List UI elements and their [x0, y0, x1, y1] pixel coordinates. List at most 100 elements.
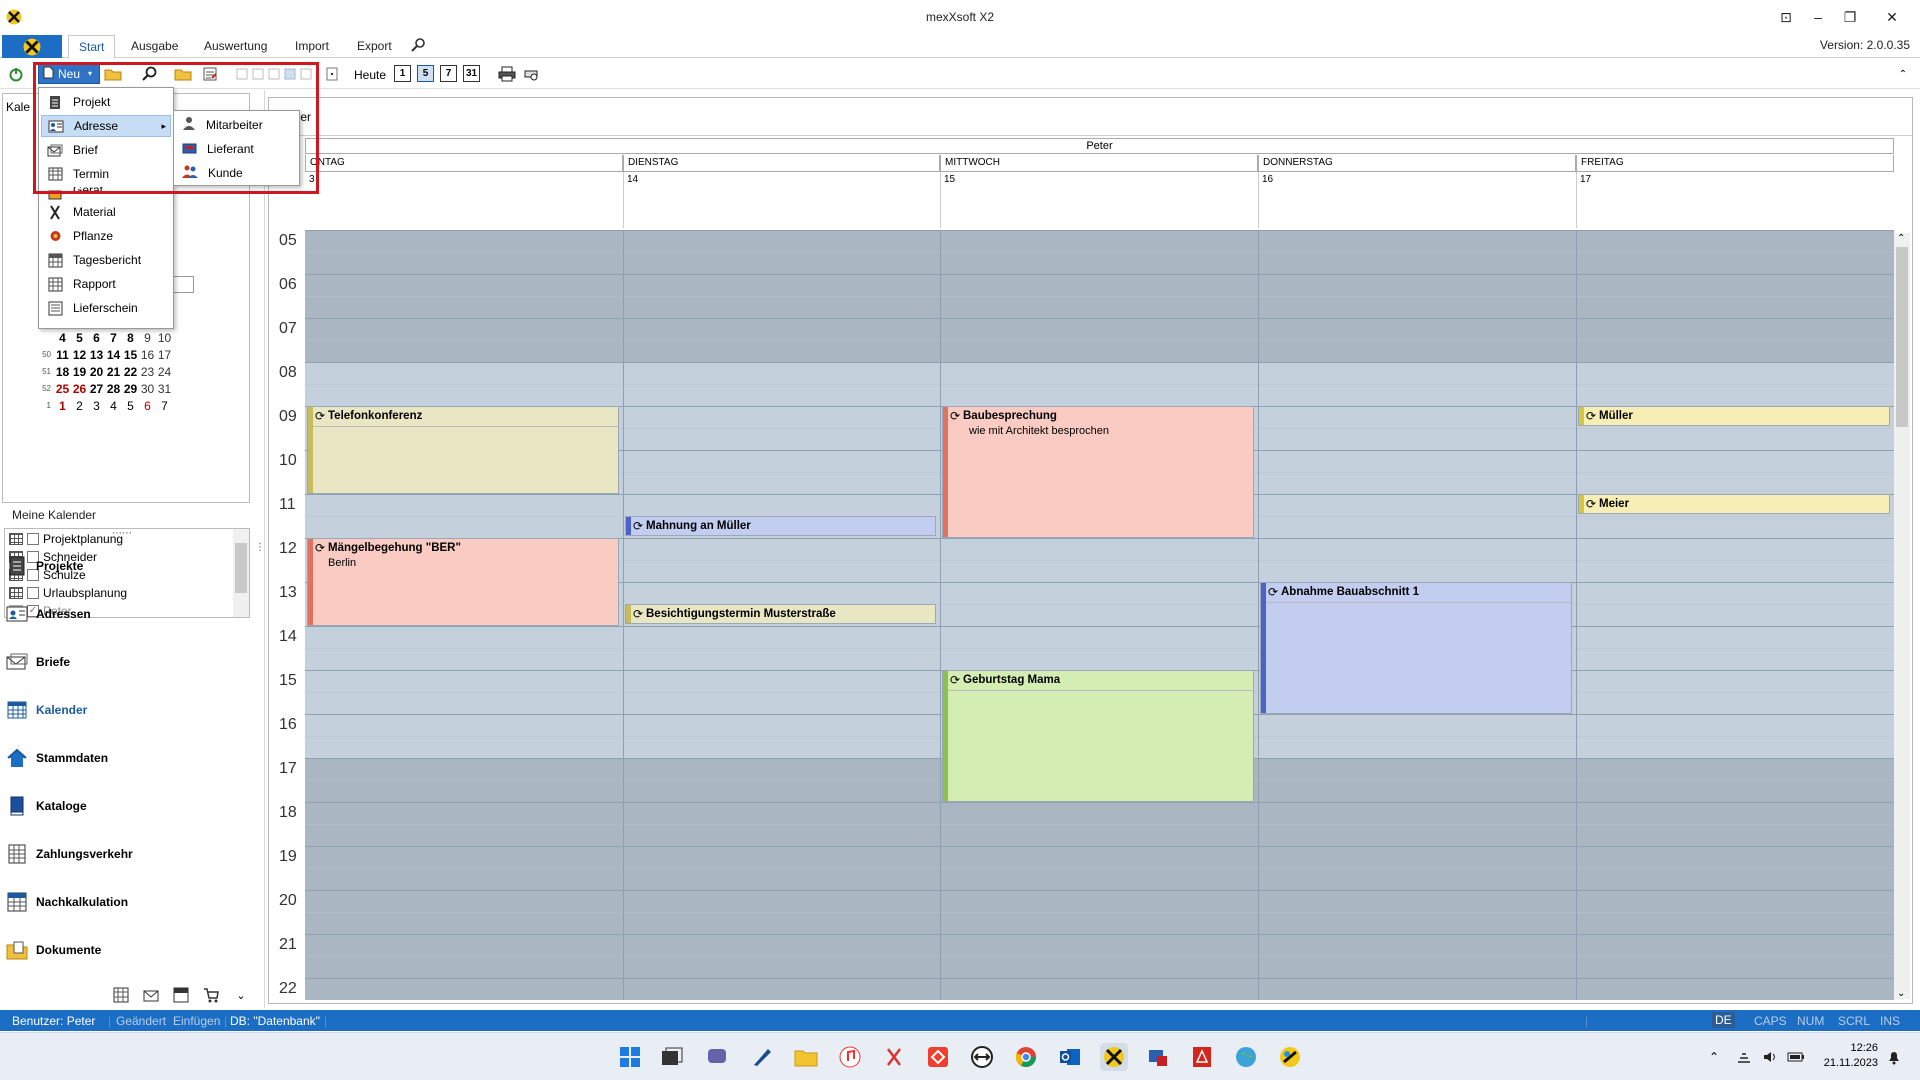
calendar-item-projektplanung[interactable]: Projektplanung	[9, 531, 123, 547]
open-folder-icon[interactable]	[103, 64, 123, 84]
mini-calendar-day[interactable]: 31	[156, 381, 173, 397]
splitter-handle-icon[interactable]: ⋮	[255, 542, 265, 553]
today-button[interactable]: Heute	[354, 68, 386, 82]
tab-auswertung[interactable]: Auswertung	[204, 39, 267, 53]
mini-calendar-day[interactable]: 27	[88, 381, 105, 397]
event-baubesprechung[interactable]: ⟳ Baubesprechung wie mit Architekt bespr…	[942, 406, 1254, 538]
print-icon[interactable]	[497, 64, 517, 84]
submenu-item-lieferant[interactable]: Lieferant	[176, 138, 296, 160]
day-header-tuesday[interactable]: Dienstag	[623, 155, 940, 172]
nav-kataloge[interactable]: Kataloge	[6, 792, 87, 820]
mini-calendar-day[interactable]: 6	[139, 398, 156, 414]
menu-item-termin[interactable]: Termin	[41, 163, 171, 185]
day-header-thursday[interactable]: Donnerstag	[1258, 155, 1576, 172]
tab-export[interactable]: Export	[357, 39, 392, 53]
mini-calendar-day[interactable]: 7	[105, 330, 122, 346]
list-edit-icon[interactable]	[200, 64, 220, 84]
mini-calendar-day[interactable]: 12	[71, 347, 88, 363]
mini-calendar-day[interactable]: 26	[71, 381, 88, 397]
battery-icon[interactable]	[1782, 1043, 1810, 1071]
mini-calendar-day[interactable]: 23	[139, 364, 156, 380]
mini-calendar-day[interactable]: 5	[122, 398, 139, 414]
mini-calendar-day[interactable]: 1	[54, 398, 71, 414]
menu-item-brief[interactable]: Brief	[41, 139, 171, 161]
notification-bell-icon[interactable]	[1880, 1043, 1908, 1071]
menu-item-pflanze[interactable]: Pflanze	[41, 225, 171, 247]
mini-calendar-day[interactable]: 21	[105, 364, 122, 380]
resize-handle-icon[interactable]: ⋯⋯	[112, 528, 132, 539]
power-icon[interactable]	[6, 64, 26, 84]
tray-chevron-up-icon[interactable]: ⌃	[1700, 1043, 1728, 1071]
app-menu-button[interactable]	[2, 35, 62, 58]
calendar-scrollbar[interactable]: ⌃ ⌄	[1894, 233, 1910, 999]
mini-calendar-day[interactable]: 30	[139, 381, 156, 397]
submenu-item-kunde[interactable]: Kunde	[176, 162, 296, 184]
snipping-tool-icon[interactable]	[880, 1043, 908, 1071]
my-calendars-scrollbar[interactable]	[233, 529, 249, 617]
windows-start-icon[interactable]	[616, 1043, 644, 1071]
mini-calendar-day[interactable]: 6	[88, 330, 105, 346]
menu-item-lieferschein[interactable]: Lieferschein	[41, 297, 171, 319]
nav-briefe[interactable]: Briefe	[6, 648, 70, 676]
search-icon[interactable]	[139, 64, 159, 84]
menu-item-geraet[interactable]: Gerät	[41, 187, 171, 201]
menu-item-adresse[interactable]: Adresse ▸	[41, 115, 171, 137]
outlook-icon[interactable]	[1056, 1043, 1084, 1071]
calendar-grid[interactable]: ⟳ Telefonkonferenz ⟳ Mängelbegehung "BER…	[305, 230, 1894, 1000]
folder-icon[interactable]	[173, 64, 193, 84]
more-tools-icon[interactable]	[322, 64, 342, 84]
mini-calendar-day[interactable]: 13	[88, 347, 105, 363]
nav-kalender[interactable]: Kalender	[6, 696, 87, 724]
tab-import[interactable]: Import	[295, 39, 329, 53]
maximize-button[interactable]: ❐	[1831, 4, 1869, 30]
mini-calendar-day[interactable]: 2	[71, 398, 88, 414]
mini-calendar-day[interactable]: 8	[122, 330, 139, 346]
nav-projekte[interactable]: Projekte	[6, 552, 83, 580]
nav-stammdaten[interactable]: Stammdaten	[6, 744, 108, 772]
chevron-down-icon[interactable]: ⌄	[232, 986, 250, 1004]
tab-ausgabe[interactable]: Ausgabe	[131, 39, 178, 53]
file-explorer-icon[interactable]	[792, 1043, 820, 1071]
submenu-item-mitarbeiter[interactable]: Mitarbeiter	[176, 114, 296, 136]
event-abnahme-bauabschnitt[interactable]: ⟳ Abnahme Bauabschnitt 1	[1260, 582, 1572, 714]
print-preview-icon[interactable]	[521, 64, 541, 84]
mini-calendar-day[interactable]: 11	[54, 347, 71, 363]
mini-calendar-day[interactable]: 9	[139, 330, 156, 346]
day-header-monday[interactable]: ONTAG	[305, 155, 623, 172]
calendar-checkbox[interactable]	[27, 533, 39, 545]
event-mueller[interactable]: ⟳ Müller	[1578, 406, 1890, 426]
menu-item-material[interactable]: Material	[41, 201, 171, 223]
chrome-icon[interactable]	[1012, 1043, 1040, 1071]
mail-shortcut-icon[interactable]	[142, 986, 160, 1004]
day-header-wednesday[interactable]: Mittwoch	[940, 155, 1258, 172]
new-button[interactable]: Neu ▾	[38, 63, 100, 84]
mini-calendar-day[interactable]: 4	[105, 398, 122, 414]
volume-icon[interactable]	[1756, 1043, 1784, 1071]
system-clock[interactable]: 12:26 21.11.2023	[1824, 1041, 1878, 1071]
mexxsoft-taskbar-icon[interactable]	[1100, 1043, 1128, 1071]
mexxsoft-alt-icon[interactable]	[1276, 1043, 1304, 1071]
teamviewer-icon[interactable]	[968, 1043, 996, 1071]
mini-calendar-day[interactable]: 14	[105, 347, 122, 363]
catalog-shortcut-icon[interactable]	[172, 986, 190, 1004]
calendar-shortcut-icon[interactable]	[112, 986, 130, 1004]
mini-calendar-day[interactable]: 16	[139, 347, 156, 363]
mini-calendar-day[interactable]: 10	[156, 330, 173, 346]
menu-item-rapport[interactable]: Rapport	[41, 273, 171, 295]
mini-calendar-day[interactable]: 5	[71, 330, 88, 346]
globe-app-icon[interactable]	[1232, 1043, 1260, 1071]
mini-calendar-day[interactable]: 19	[71, 364, 88, 380]
mini-calendar-day[interactable]: 17	[156, 347, 173, 363]
mini-calendar-day[interactable]: 3	[88, 398, 105, 414]
mini-calendar-day[interactable]: 18	[54, 364, 71, 380]
mini-calendar-day[interactable]: 22	[122, 364, 139, 380]
mini-calendar-day[interactable]: 20	[88, 364, 105, 380]
menu-item-tagesbericht[interactable]: Tagesbericht	[41, 249, 171, 271]
tools-icon[interactable]	[410, 37, 426, 56]
music-icon[interactable]	[836, 1043, 864, 1071]
calendar-item-urlaubsplanung[interactable]: Urlaubsplanung	[9, 585, 127, 601]
view-workweek-button[interactable]: 5	[417, 65, 434, 82]
nav-zahlungsverkehr[interactable]: Zahlungsverkehr	[6, 840, 133, 868]
mini-calendar-day[interactable]: 15	[122, 347, 139, 363]
close-button[interactable]: ✕	[1873, 4, 1911, 30]
